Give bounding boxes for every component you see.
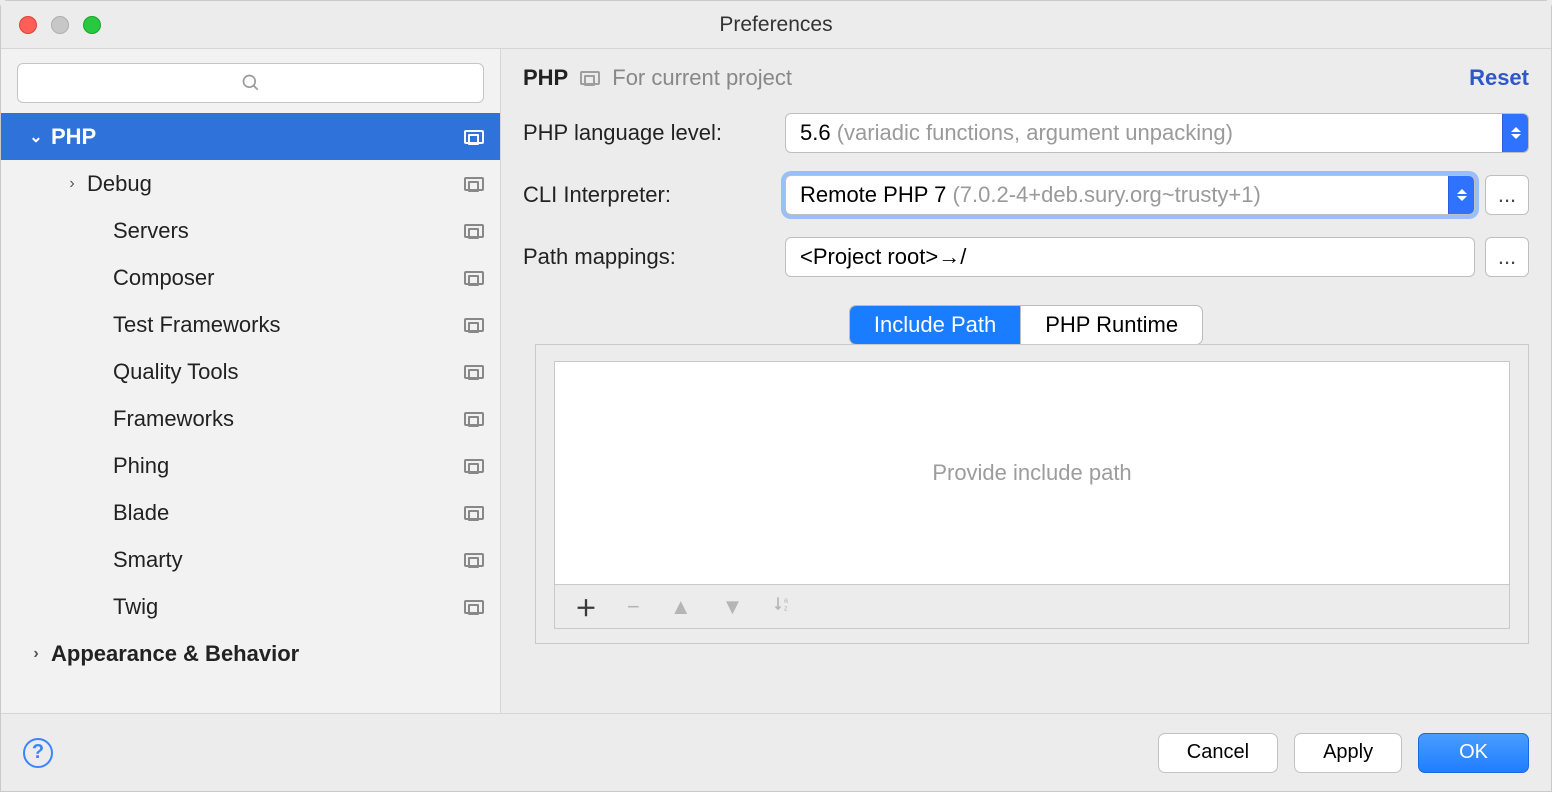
sidebar-item-quality-tools[interactable]: Quality Tools <box>1 348 500 395</box>
language-level-hint: (variadic functions, argument unpacking) <box>837 120 1233 145</box>
sidebar-item-php[interactable]: ⌄PHP <box>1 113 500 160</box>
apply-button[interactable]: Apply <box>1294 733 1402 773</box>
help-button[interactable]: ? <box>23 738 53 768</box>
include-path-placeholder: Provide include path <box>555 362 1509 584</box>
search-wrap <box>1 49 500 113</box>
language-level-value: 5.6 <box>800 120 831 145</box>
ok-button[interactable]: OK <box>1418 733 1529 773</box>
sidebar-item-composer[interactable]: Composer <box>1 254 500 301</box>
project-scope-icon <box>464 553 484 567</box>
sidebar-item-servers[interactable]: Servers <box>1 207 500 254</box>
chevron-down-icon[interactable]: ⌄ <box>21 127 51 147</box>
sidebar: ⌄PHP›DebugServersComposerTest Frameworks… <box>1 49 501 713</box>
minimize-window-icon <box>51 16 69 34</box>
sidebar-item-smarty[interactable]: Smarty <box>1 536 500 583</box>
project-scope-icon <box>464 271 484 285</box>
breadcrumb: PHP For current project Reset <box>501 49 1551 107</box>
include-path-panel: Provide include path ＋ − ▲ ▼ az <box>535 344 1529 644</box>
project-scope-icon <box>464 506 484 520</box>
project-scope-icon <box>464 130 484 144</box>
footer: ? Cancel Apply OK <box>1 713 1551 791</box>
include-path-list[interactable]: Provide include path ＋ − ▲ ▼ az <box>554 361 1510 629</box>
chevron-updown-icon[interactable] <box>1502 114 1528 152</box>
chevron-right-icon[interactable]: › <box>21 645 51 663</box>
row-cli-interpreter: CLI Interpreter: Remote PHP 7 (7.0.2-4+d… <box>523 175 1529 215</box>
move-down-button[interactable]: ▼ <box>722 594 744 620</box>
sidebar-item-label: Test Frameworks <box>113 312 464 338</box>
project-scope-icon <box>464 177 484 191</box>
svg-text:z: z <box>784 603 788 612</box>
sidebar-item-label: Twig <box>113 594 464 620</box>
sidebar-item-label: PHP <box>51 124 464 150</box>
tab-include-path[interactable]: Include Path <box>850 306 1020 344</box>
sidebar-item-label: Servers <box>113 218 464 244</box>
content-pane: PHP For current project Reset PHP langua… <box>501 49 1551 713</box>
tab-php-runtime[interactable]: PHP Runtime <box>1020 306 1202 344</box>
cli-interpreter-browse-button[interactable]: ... <box>1485 175 1529 215</box>
language-level-combo[interactable]: 5.6 (variadic functions, argument unpack… <box>785 113 1529 153</box>
sidebar-item-label: Composer <box>113 265 464 291</box>
project-scope-icon <box>464 412 484 426</box>
sidebar-item-twig[interactable]: Twig <box>1 583 500 630</box>
path-mappings-value: <Project root>→/ <box>800 244 966 270</box>
sidebar-item-frameworks[interactable]: Frameworks <box>1 395 500 442</box>
cli-interpreter-value: Remote PHP 7 <box>800 182 946 207</box>
project-scope-icon <box>464 318 484 332</box>
remove-button[interactable]: − <box>627 594 640 620</box>
sidebar-item-test-frameworks[interactable]: Test Frameworks <box>1 301 500 348</box>
add-button[interactable]: ＋ <box>575 591 597 623</box>
tab-segment: Include Path PHP Runtime <box>849 305 1203 345</box>
project-scope-icon <box>580 71 600 85</box>
row-language-level: PHP language level: 5.6 (variadic functi… <box>523 113 1529 153</box>
tabs: Include Path PHP Runtime <box>501 305 1551 345</box>
sidebar-item-label: Appearance & Behavior <box>51 641 484 667</box>
sidebar-item-blade[interactable]: Blade <box>1 489 500 536</box>
project-scope-icon <box>464 600 484 614</box>
search-input[interactable] <box>17 63 484 103</box>
window-title: Preferences <box>1 13 1551 37</box>
move-up-button[interactable]: ▲ <box>670 594 692 620</box>
path-mappings-label: Path mappings: <box>523 244 785 270</box>
sidebar-item-debug[interactable]: ›Debug <box>1 160 500 207</box>
titlebar: Preferences <box>1 1 1551 49</box>
zoom-window-icon[interactable] <box>83 16 101 34</box>
cli-interpreter-combo[interactable]: Remote PHP 7 (7.0.2-4+deb.sury.org~trust… <box>785 175 1475 215</box>
sort-az-button[interactable]: az <box>773 594 793 620</box>
cancel-button[interactable]: Cancel <box>1158 733 1278 773</box>
sidebar-item-label: Frameworks <box>113 406 464 432</box>
chevron-right-icon[interactable]: › <box>57 175 87 193</box>
language-level-label: PHP language level: <box>523 120 785 146</box>
reset-link[interactable]: Reset <box>1469 65 1529 91</box>
main-split: ⌄PHP›DebugServersComposerTest Frameworks… <box>1 49 1551 713</box>
cli-interpreter-label: CLI Interpreter: <box>523 182 785 208</box>
sidebar-item-label: Debug <box>87 171 464 197</box>
sidebar-item-appearance-behavior[interactable]: ›Appearance & Behavior <box>1 630 500 677</box>
close-window-icon[interactable] <box>19 16 37 34</box>
page-title: PHP <box>523 65 568 91</box>
form: PHP language level: 5.6 (variadic functi… <box>501 107 1551 299</box>
cli-interpreter-hint: (7.0.2-4+deb.sury.org~trusty+1) <box>952 182 1260 207</box>
path-mappings-browse-button[interactable]: ... <box>1485 237 1529 277</box>
path-mappings-field[interactable]: <Project root>→/ <box>785 237 1475 277</box>
row-path-mappings: Path mappings: <Project root>→/ ... <box>523 237 1529 277</box>
scope-label: For current project <box>612 65 792 91</box>
sidebar-item-label: Smarty <box>113 547 464 573</box>
window-controls <box>19 16 101 34</box>
settings-tree[interactable]: ⌄PHP›DebugServersComposerTest Frameworks… <box>1 113 500 713</box>
project-scope-icon <box>464 224 484 238</box>
project-scope-icon <box>464 459 484 473</box>
sidebar-item-label: Phing <box>113 453 464 479</box>
sidebar-item-label: Blade <box>113 500 464 526</box>
search-icon <box>241 73 261 93</box>
include-path-toolbar: ＋ − ▲ ▼ az <box>555 584 1509 628</box>
sidebar-item-label: Quality Tools <box>113 359 464 385</box>
project-scope-icon <box>464 365 484 379</box>
sidebar-item-phing[interactable]: Phing <box>1 442 500 489</box>
chevron-updown-icon[interactable] <box>1448 176 1474 214</box>
